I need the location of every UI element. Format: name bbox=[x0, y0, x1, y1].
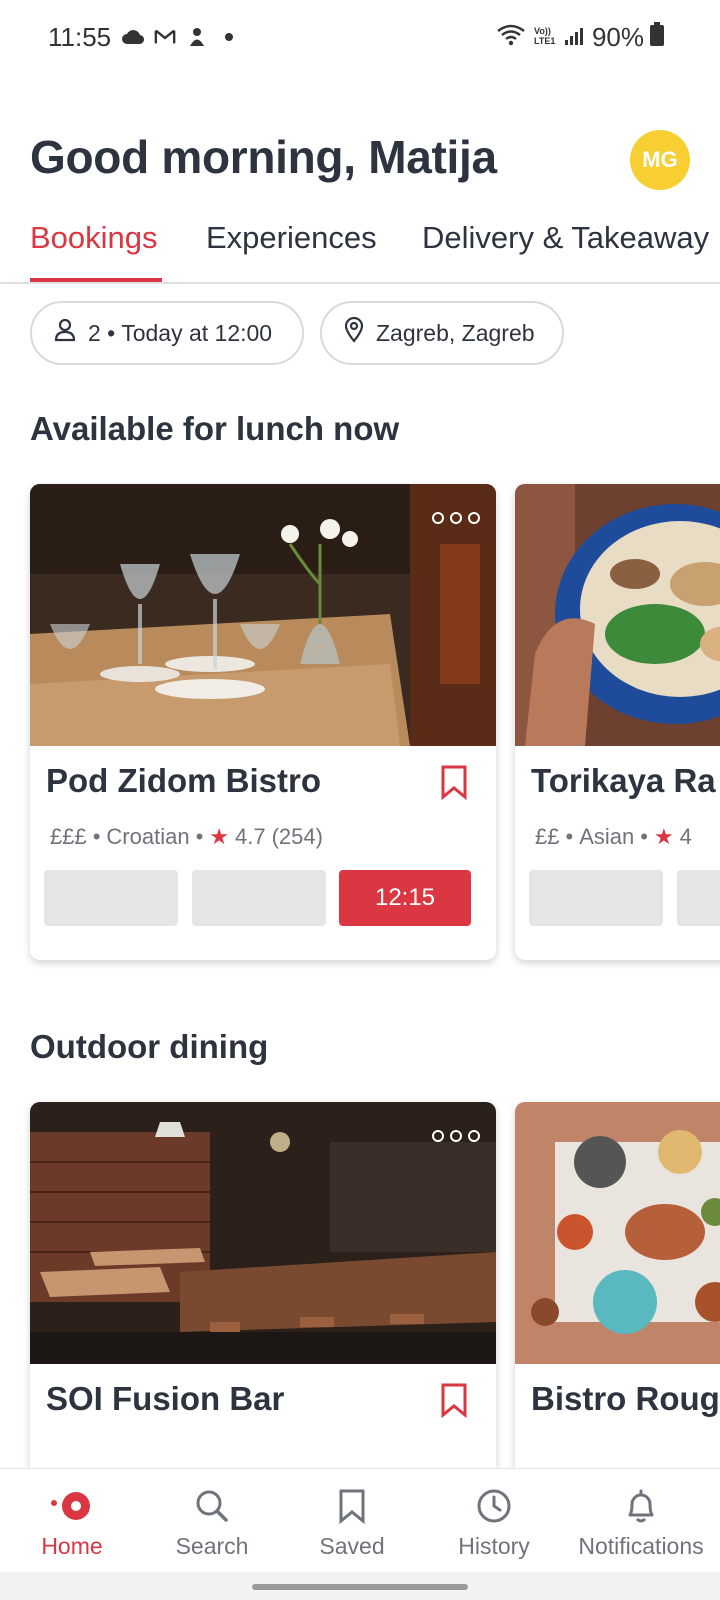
restaurant-card[interactable]: SOI Fusion Bar bbox=[30, 1102, 496, 1502]
status-right: Vo)) LTE1 90% bbox=[496, 22, 664, 53]
bookmark-icon bbox=[338, 1487, 366, 1525]
restaurant-photo bbox=[515, 1102, 720, 1364]
restaurant-name: Bistro Roug bbox=[531, 1380, 720, 1417]
status-bar: 11:55 Vo)) LTE1 90% bbox=[0, 0, 720, 80]
time-slot-unavailable bbox=[529, 870, 663, 926]
home-icon bbox=[50, 1487, 94, 1525]
cuisine: Asian bbox=[579, 824, 635, 849]
party-time-label: 2 • Today at 12:00 bbox=[88, 319, 273, 346]
time-slot-unavailable bbox=[677, 870, 720, 926]
party-time-filter[interactable]: 2 • Today at 12:00 bbox=[30, 301, 304, 365]
restaurant-name: Pod Zidom Bistro bbox=[46, 762, 321, 799]
nav-label: Search bbox=[175, 1533, 249, 1559]
nav-home[interactable]: Home bbox=[0, 1469, 144, 1573]
notification-icon bbox=[186, 26, 208, 48]
tab-bookings[interactable]: Bookings bbox=[30, 220, 158, 256]
nav-label: Saved bbox=[319, 1533, 385, 1559]
active-tab-indicator bbox=[30, 278, 162, 282]
page-title: Good morning, Matija bbox=[30, 131, 497, 183]
restaurant-photo bbox=[30, 1102, 496, 1364]
nav-notifications[interactable]: Notifications bbox=[566, 1469, 716, 1573]
rating: 4 bbox=[679, 824, 692, 849]
tab-delivery-takeaway[interactable]: Delivery & Takeaway bbox=[422, 220, 709, 256]
battery-level: 90% bbox=[591, 22, 644, 52]
cuisine: Croatian bbox=[106, 824, 190, 849]
time-slot-unavailable bbox=[44, 870, 178, 926]
bottom-navigation: Home Search Saved History Notifications bbox=[0, 1468, 720, 1572]
restaurant-card[interactable]: Pod Zidom Bistro £££ • Croatian • ★ 4.7 … bbox=[30, 484, 496, 960]
dot-icon bbox=[218, 26, 240, 48]
bookmark-icon[interactable] bbox=[440, 1382, 468, 1423]
battery-icon bbox=[650, 22, 664, 53]
restaurant-card[interactable]: Torikaya Ra ££ • Asian • ★ 4 bbox=[515, 484, 720, 960]
signal-icon bbox=[564, 22, 586, 53]
history-icon bbox=[476, 1487, 512, 1525]
svg-text:Vo)): Vo)) bbox=[534, 26, 551, 36]
section-title-lunch: Available for lunch now bbox=[30, 410, 400, 447]
rating: 4.7 bbox=[235, 824, 266, 849]
search-icon bbox=[195, 1487, 229, 1525]
home-indicator[interactable] bbox=[252, 1584, 468, 1590]
nav-saved[interactable]: Saved bbox=[280, 1469, 424, 1573]
tab-experiences[interactable]: Experiences bbox=[206, 220, 377, 256]
price-level: £££ bbox=[50, 824, 87, 849]
star-icon: ★ bbox=[653, 824, 674, 849]
restaurant-photo bbox=[30, 484, 496, 746]
tab-bar: Bookings Experiences Delivery & Takeaway bbox=[0, 210, 720, 284]
status-time: 11:55 bbox=[48, 22, 112, 52]
bookmark-icon[interactable] bbox=[440, 764, 468, 805]
restaurant-photo bbox=[515, 484, 720, 746]
avatar[interactable]: MG bbox=[630, 130, 690, 190]
restaurant-card[interactable]: Bistro Roug bbox=[515, 1102, 720, 1502]
status-left-icons bbox=[122, 26, 240, 48]
restaurant-name: SOI Fusion Bar bbox=[46, 1380, 285, 1417]
location-pin-icon bbox=[344, 316, 364, 349]
location-label: Zagreb, Zagreb bbox=[376, 319, 535, 346]
gmail-icon bbox=[154, 26, 176, 48]
restaurant-meta: ££ • Asian • ★ 4 bbox=[535, 824, 692, 849]
time-slot-button[interactable]: 12:15 bbox=[339, 870, 471, 926]
cloud-icon bbox=[122, 26, 144, 48]
more-options-icon[interactable] bbox=[432, 512, 480, 524]
person-icon bbox=[54, 318, 76, 348]
time-slot-unavailable bbox=[192, 870, 326, 926]
bell-icon bbox=[624, 1487, 658, 1525]
nav-label: History bbox=[458, 1533, 530, 1559]
nav-history[interactable]: History bbox=[422, 1469, 566, 1573]
nav-search[interactable]: Search bbox=[140, 1469, 284, 1573]
review-count: (254) bbox=[271, 824, 323, 849]
nav-label: Home bbox=[41, 1533, 103, 1559]
restaurant-name: Torikaya Ra bbox=[531, 762, 716, 799]
nav-label: Notifications bbox=[578, 1533, 704, 1559]
location-filter[interactable]: Zagreb, Zagreb bbox=[320, 301, 564, 365]
star-icon: ★ bbox=[209, 824, 230, 849]
more-options-icon[interactable] bbox=[432, 1130, 480, 1142]
section-title-outdoor: Outdoor dining bbox=[30, 1028, 269, 1065]
svg-text:LTE1: LTE1 bbox=[534, 36, 555, 46]
price-level: ££ bbox=[535, 824, 560, 849]
restaurant-meta: £££ • Croatian • ★ 4.7 (254) bbox=[50, 824, 323, 849]
wifi-icon bbox=[496, 22, 526, 53]
volte-icon: Vo)) LTE1 bbox=[532, 22, 558, 53]
